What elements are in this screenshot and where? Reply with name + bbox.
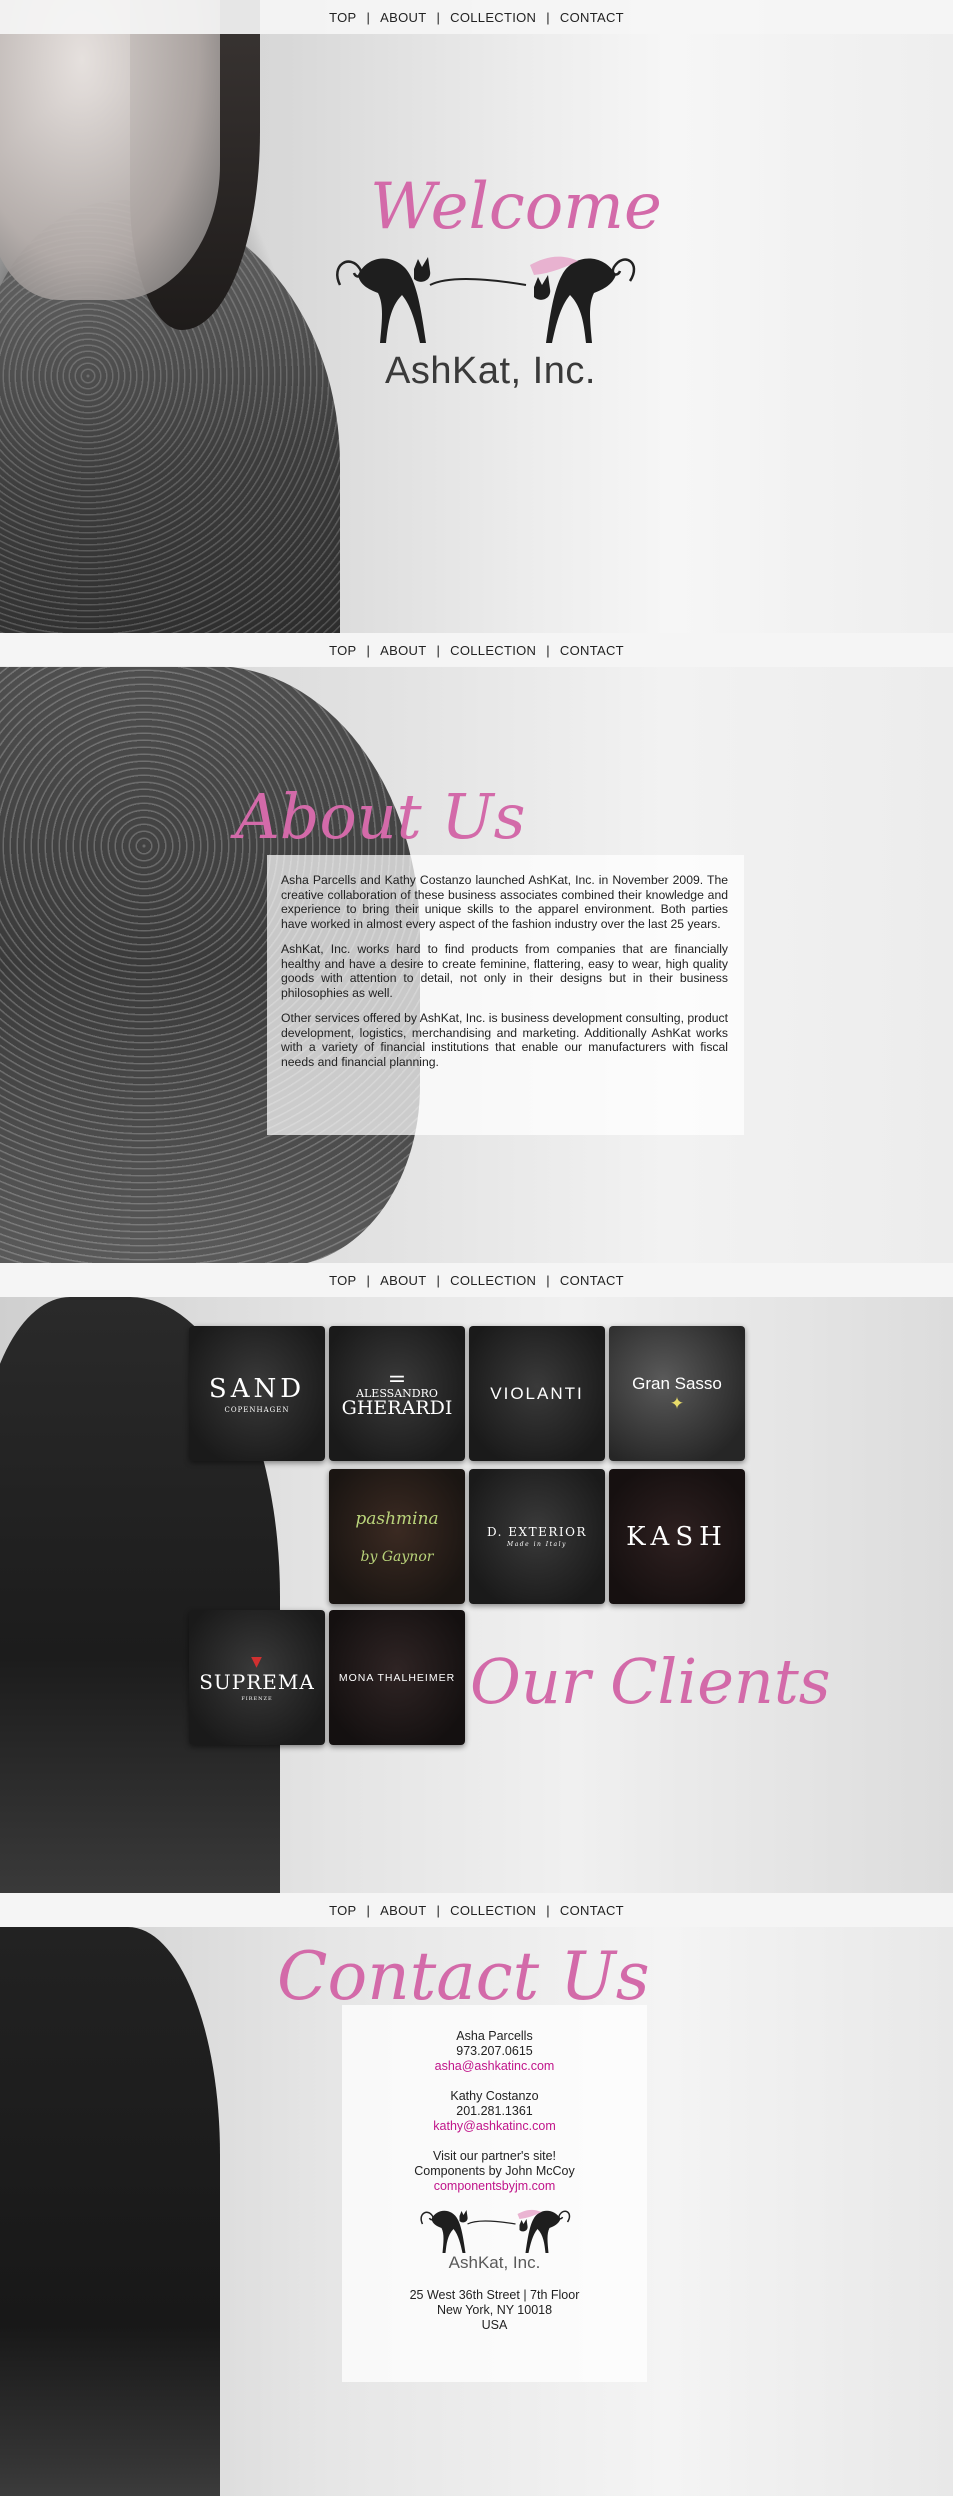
partner-name: Components by John McCoy xyxy=(414,2164,575,2178)
contact-email-link[interactable]: asha@ashkatinc.com xyxy=(435,2059,555,2073)
nav-bar: TOP | ABOUT | COLLECTION | CONTACT xyxy=(0,633,953,667)
client-tile-violanti[interactable]: VIOLANTI xyxy=(469,1326,605,1461)
nav-top-link[interactable]: TOP xyxy=(319,643,366,658)
client-tile-kash[interactable]: KASH xyxy=(609,1469,745,1604)
butterfly-icon: ✦ xyxy=(669,1393,685,1413)
address-line: New York, NY 10018 xyxy=(436,2303,553,2317)
nav-contact-link[interactable]: CONTACT xyxy=(550,10,634,25)
client-tile-alessandro-gherardi[interactable]: = ALESSANDRO GHERARDI xyxy=(329,1326,465,1461)
gherardi-label: GHERARDI xyxy=(341,1396,453,1419)
clients-heading: Our Clients xyxy=(470,1645,831,1718)
nav-bar: TOP | ABOUT | COLLECTION | CONTACT xyxy=(0,1893,953,1927)
nav-about-link[interactable]: ABOUT xyxy=(370,10,436,25)
nav-contact-link[interactable]: CONTACT xyxy=(550,1903,634,1918)
partner-link[interactable]: componentsbyjm.com xyxy=(434,2179,556,2193)
about-text-panel: Asha Parcells and Kathy Costanzo launche… xyxy=(267,855,744,1135)
sand-logo: SAND xyxy=(208,1373,306,1404)
contact-name: Asha Parcells xyxy=(456,2029,533,2043)
welcome-heading: Welcome xyxy=(370,170,662,244)
triangle-icon: ▼ xyxy=(251,1653,263,1670)
nav-collection-link[interactable]: COLLECTION xyxy=(440,643,546,658)
client-tile-suprema[interactable]: ▼ SUPREMA FIRENZE xyxy=(189,1610,325,1745)
pants-photo-area xyxy=(0,1927,220,2496)
suprema-logo: SUPREMA xyxy=(199,1669,315,1694)
nav-bar: TOP | ABOUT | COLLECTION | CONTACT xyxy=(0,0,953,34)
face-photo-area xyxy=(0,0,220,300)
about-heading: About Us xyxy=(235,780,526,853)
client-tile-sand[interactable]: SAND COPENHAGEN xyxy=(189,1326,325,1461)
nav-collection-link[interactable]: COLLECTION xyxy=(440,10,546,25)
contact-heading: Contact Us xyxy=(277,1938,650,2015)
nav-contact-link[interactable]: CONTACT xyxy=(550,643,634,658)
client-tile-gran-sasso[interactable]: Gran Sasso ✦ xyxy=(609,1326,745,1461)
about-paragraph: AshKat, Inc. works hard to find products… xyxy=(281,942,728,1000)
sand-sub: COPENHAGEN xyxy=(224,1405,290,1414)
nav-bar: TOP | ABOUT | COLLECTION | CONTACT xyxy=(0,1263,953,1297)
contact-phone: 201.281.1361 xyxy=(456,2104,533,2118)
nav-about-link[interactable]: ABOUT xyxy=(370,1903,436,1918)
nav-top-link[interactable]: TOP xyxy=(319,1903,366,1918)
address-line: 25 West 36th Street | 7th Floor xyxy=(409,2288,580,2302)
mona-thalheimer-logo: MONA THALHEIMER xyxy=(338,1671,456,1684)
nav-contact-link[interactable]: CONTACT xyxy=(550,1273,634,1288)
cats-logo-icon xyxy=(336,256,636,343)
contact-brand-wordmark: AshKat, Inc. xyxy=(448,2253,541,2272)
nav-collection-link[interactable]: COLLECTION xyxy=(440,1903,546,1918)
pashmina-logo: pashmina xyxy=(355,1508,439,1529)
about-paragraph: Other services offered by AshKat, Inc. i… xyxy=(281,1011,728,1069)
suprema-sub: FIRENZE xyxy=(241,1695,273,1702)
contact-person-block: Kathy Costanzo 201.281.1361 kathy@ashkat… xyxy=(342,2089,647,2134)
equals-glyph-icon: = xyxy=(387,1366,407,1392)
partner-intro: Visit our partner's site! xyxy=(432,2149,557,2163)
address-block: 25 West 36th Street | 7th Floor New York… xyxy=(342,2288,647,2333)
contact-person-block: Asha Parcells 973.207.0615 asha@ashkatin… xyxy=(342,2005,647,2074)
client-tile-mona-thalheimer[interactable]: MONA THALHEIMER xyxy=(329,1610,465,1745)
d-exterior-logo: D. EXTERIOR xyxy=(486,1525,588,1539)
contact-panel: Asha Parcells 973.207.0615 asha@ashkatin… xyxy=(342,2005,647,2382)
client-tile-pashmina[interactable]: pashmina by Gaynor xyxy=(329,1469,465,1604)
brand-wordmark: AshKat, Inc. xyxy=(385,350,596,392)
contact-email-link[interactable]: kathy@ashkatinc.com xyxy=(433,2119,555,2133)
gran-sasso-logo: Gran Sasso xyxy=(632,1373,722,1393)
about-paragraph: Asha Parcells and Kathy Costanzo launche… xyxy=(281,873,728,931)
nav-top-link[interactable]: TOP xyxy=(319,10,366,25)
address-line: USA xyxy=(481,2318,508,2332)
cats-logo-icon xyxy=(420,2209,570,2253)
nav-about-link[interactable]: ABOUT xyxy=(370,1273,436,1288)
contact-phone: 973.207.0615 xyxy=(456,2044,533,2058)
pashmina-by-label: by Gaynor xyxy=(360,1548,434,1565)
client-tile-d-exterior[interactable]: D. EXTERIOR Made in Italy xyxy=(469,1469,605,1604)
violanti-logo: VIOLANTI xyxy=(490,1383,584,1403)
partner-block: Visit our partner's site! Components by … xyxy=(342,2149,647,2194)
nav-about-link[interactable]: ABOUT xyxy=(370,643,436,658)
d-exterior-sub: Made in Italy xyxy=(507,1541,567,1548)
nav-top-link[interactable]: TOP xyxy=(319,1273,366,1288)
nav-collection-link[interactable]: COLLECTION xyxy=(440,1273,546,1288)
kash-logo: KASH xyxy=(626,1521,728,1552)
contact-name: Kathy Costanzo xyxy=(450,2089,539,2103)
